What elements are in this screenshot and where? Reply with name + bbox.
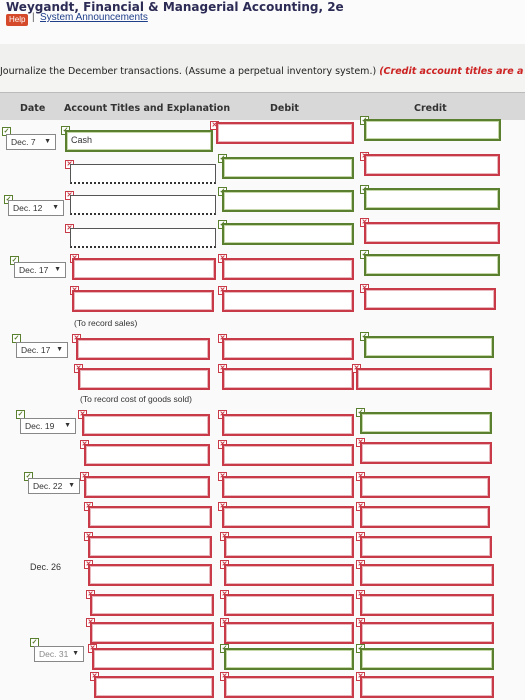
- date-select-value: Dec. 22: [33, 481, 63, 491]
- debit-field[interactable]: [222, 190, 354, 212]
- date-select-value: Dec. 19: [25, 421, 55, 431]
- system-announcements-link[interactable]: System Announcements: [40, 12, 148, 23]
- debit-field[interactable]: [222, 258, 354, 280]
- debit-field[interactable]: [216, 122, 354, 144]
- explanation-note: (To record sales): [74, 318, 138, 328]
- caret-down-icon: ▼: [72, 650, 79, 657]
- debit-field[interactable]: [222, 368, 354, 390]
- credit-field[interactable]: [360, 648, 494, 670]
- credit-field[interactable]: [364, 336, 494, 358]
- date-select-value: Dec. 17: [19, 265, 49, 275]
- header-separator: |: [32, 12, 35, 23]
- credit-field[interactable]: [364, 222, 500, 244]
- debit-field[interactable]: [224, 564, 354, 586]
- account-field[interactable]: [76, 338, 210, 360]
- account-field[interactable]: [72, 258, 216, 280]
- debit-field[interactable]: [224, 648, 354, 670]
- credit-field[interactable]: [356, 368, 492, 390]
- debit-field[interactable]: [222, 476, 354, 498]
- top-bar: Weygandt, Financial & Managerial Account…: [0, 0, 525, 45]
- account-field[interactable]: [88, 506, 212, 528]
- credit-field[interactable]: [360, 476, 490, 498]
- credit-field[interactable]: [360, 536, 492, 558]
- debit-field[interactable]: [224, 536, 354, 558]
- date-select-dec-17[interactable]: Dec. 17 ▼: [14, 262, 66, 278]
- caret-down-icon: ▼: [52, 204, 59, 211]
- instruction-text: Journalize the December transactions. (A…: [0, 66, 525, 77]
- column-debit: Debit: [270, 103, 299, 114]
- credit-field[interactable]: [360, 564, 494, 586]
- debit-field[interactable]: [222, 290, 354, 312]
- account-field[interactable]: [70, 195, 216, 215]
- date-select-dec-7[interactable]: Dec. 7 ▼: [6, 134, 56, 150]
- account-field[interactable]: [88, 564, 212, 586]
- credit-field[interactable]: [360, 412, 492, 434]
- credit-field[interactable]: [364, 254, 500, 276]
- account-field[interactable]: [84, 444, 210, 466]
- column-credit: Credit: [414, 103, 447, 114]
- caret-down-icon: ▼: [54, 266, 61, 273]
- caret-down-icon: ▼: [64, 422, 71, 429]
- account-field[interactable]: [90, 622, 214, 644]
- debit-field[interactable]: [224, 622, 354, 644]
- credit-field[interactable]: [360, 622, 494, 644]
- entry-date-dec-26: Dec. 26: [30, 562, 62, 572]
- date-select-value: Dec. 12: [13, 203, 43, 213]
- account-field[interactable]: [88, 536, 212, 558]
- date-select-dec-22[interactable]: Dec. 22 ▼: [28, 478, 80, 494]
- credit-field[interactable]: [364, 154, 500, 176]
- debit-field[interactable]: [222, 223, 354, 245]
- account-field[interactable]: [78, 368, 210, 390]
- debit-field[interactable]: [222, 444, 354, 466]
- credit-field[interactable]: [364, 188, 500, 210]
- date-select-dec-12[interactable]: Dec. 12 ▼: [8, 200, 64, 216]
- credit-field[interactable]: [360, 676, 494, 698]
- column-account: Account Titles and Explanation: [64, 103, 231, 114]
- caret-down-icon: ▼: [44, 138, 51, 145]
- instruction-main: Journalize the December transactions. (A…: [0, 66, 377, 77]
- debit-field[interactable]: [224, 594, 354, 616]
- account-field[interactable]: [70, 164, 216, 184]
- account-field[interactable]: Cash: [65, 130, 213, 152]
- caret-down-icon: ▼: [68, 482, 75, 489]
- account-field[interactable]: [84, 476, 210, 498]
- account-field[interactable]: [82, 414, 210, 436]
- date-select-dec-19[interactable]: Dec. 19 ▼: [20, 418, 76, 434]
- date-select-value: Dec. 31: [39, 649, 69, 659]
- account-field[interactable]: [90, 594, 214, 616]
- credit-field[interactable]: [360, 442, 492, 464]
- credit-field[interactable]: [364, 288, 496, 310]
- account-field[interactable]: [70, 228, 216, 248]
- account-field[interactable]: [94, 676, 214, 698]
- date-select-value: Dec. 17: [21, 345, 51, 355]
- debit-field[interactable]: [222, 414, 354, 436]
- credit-field[interactable]: [360, 506, 490, 528]
- caret-down-icon: ▼: [56, 346, 63, 353]
- date-select-dec-31[interactable]: Dec. 31 ▼: [34, 646, 84, 662]
- account-field[interactable]: [72, 290, 214, 312]
- column-date: Date: [20, 103, 46, 114]
- date-select-dec-17-cogs[interactable]: Dec. 17 ▼: [16, 342, 68, 358]
- debit-field[interactable]: [222, 157, 354, 179]
- explanation-note: (To record cost of goods sold): [80, 394, 192, 404]
- credit-field[interactable]: [360, 594, 494, 616]
- journal-header: Date Account Titles and Explanation Debi…: [0, 92, 525, 122]
- debit-field[interactable]: [224, 676, 354, 698]
- account-field[interactable]: [92, 648, 214, 670]
- debit-field[interactable]: [222, 338, 354, 360]
- credit-field[interactable]: [364, 119, 501, 141]
- account-field-value: Cash: [71, 135, 93, 145]
- instruction-red-note: (Credit account titles are a: [379, 66, 524, 77]
- help-button[interactable]: Help: [6, 14, 29, 26]
- date-select-value: Dec. 7: [11, 137, 36, 147]
- debit-field[interactable]: [222, 506, 354, 528]
